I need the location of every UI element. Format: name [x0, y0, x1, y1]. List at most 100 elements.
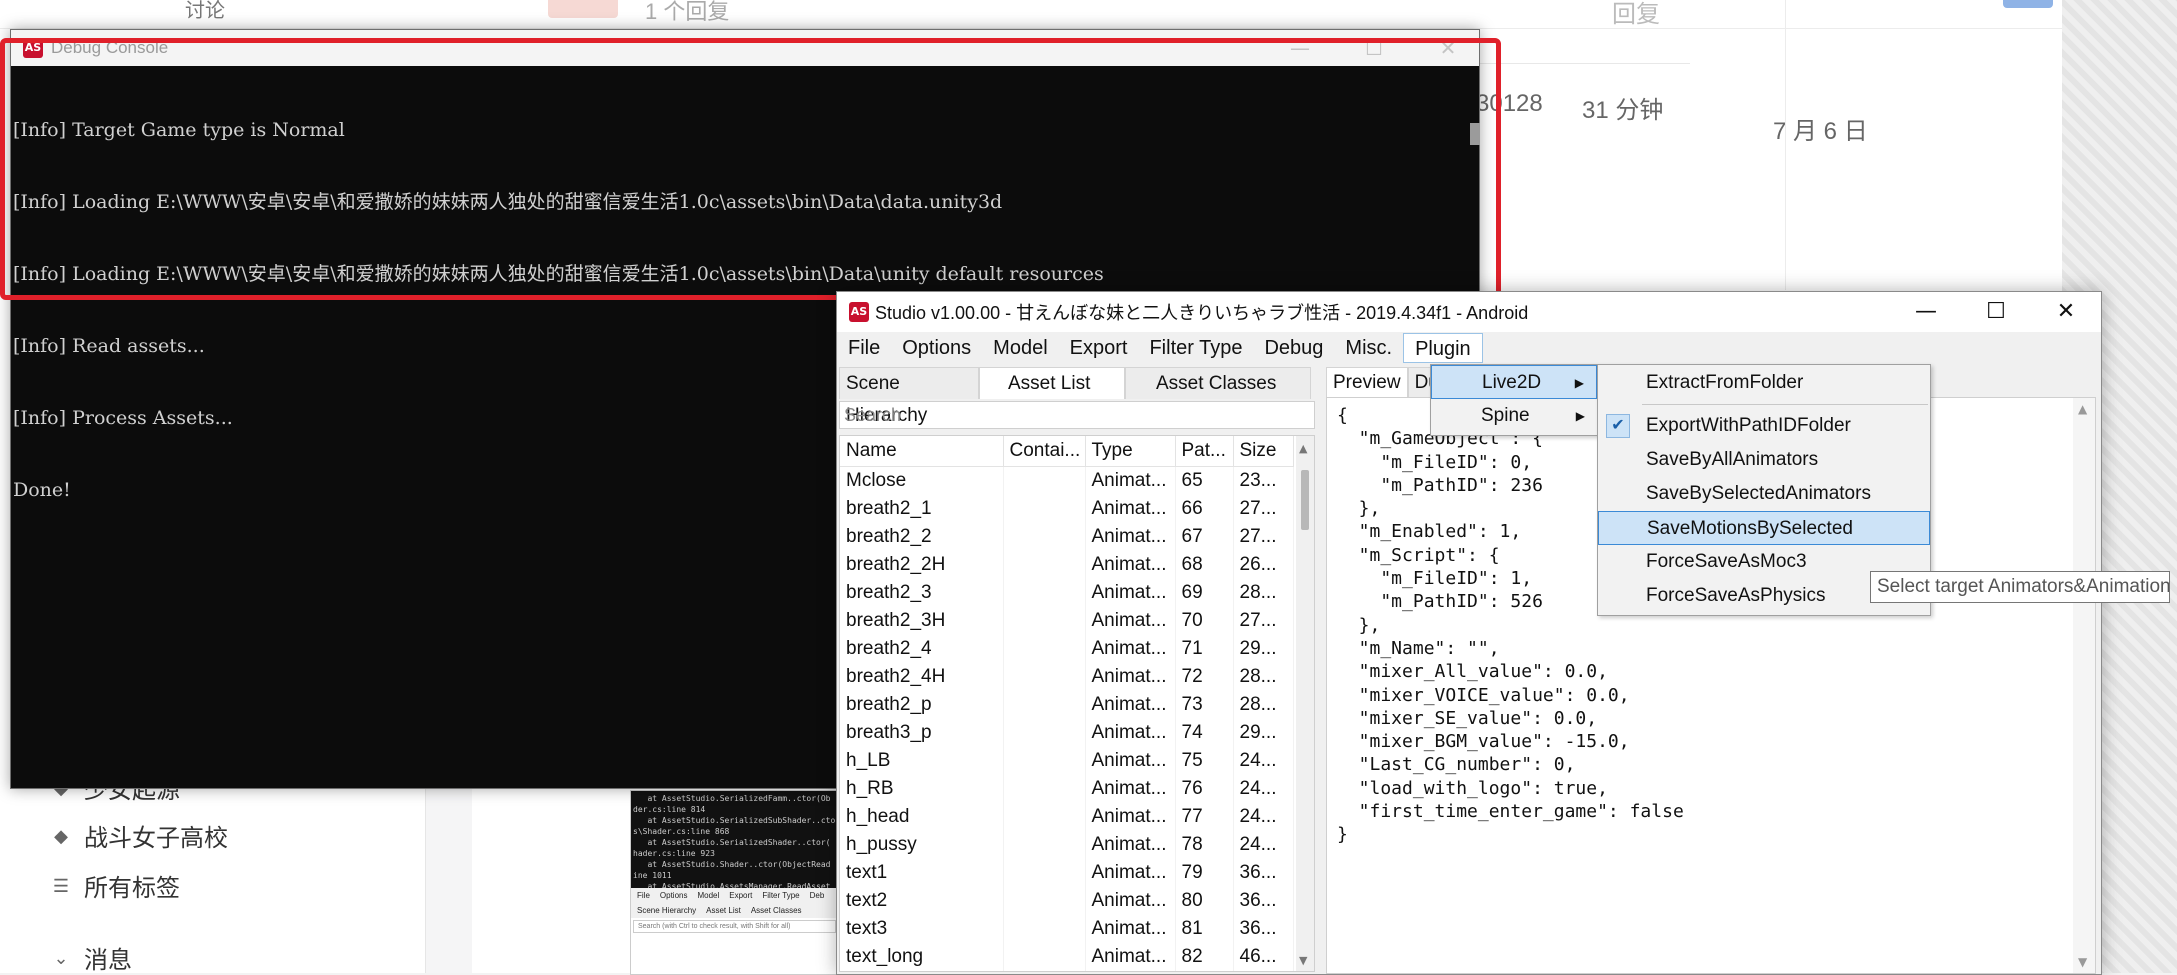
- debug-titlebar[interactable]: AS Debug Console — ☐ ✕: [11, 30, 1479, 66]
- table-row[interactable]: h_LB Animat... 75 24...: [840, 747, 1294, 775]
- menu-model[interactable]: Model: [982, 333, 1058, 363]
- cell-type: Animat...: [1085, 466, 1176, 495]
- cell-path: 78: [1175, 831, 1234, 859]
- mini-menu-item: Model: [697, 891, 720, 900]
- scroll-down-icon[interactable]: ▼: [1299, 954, 1307, 967]
- app-icon: AS: [23, 38, 43, 58]
- column-header-size[interactable]: Size: [1233, 436, 1294, 467]
- cell-name: breath2_3: [840, 579, 1004, 607]
- studio-titlebar[interactable]: AS Studio v1.00.00 - 甘えんぼな妹と二人きりいちゃラブ性活 …: [837, 292, 2101, 332]
- cell-type: Animat...: [1085, 579, 1176, 607]
- table-row[interactable]: breath2_3H Animat... 70 27...: [840, 607, 1294, 635]
- cell-size: 27...: [1233, 607, 1294, 635]
- reply-link[interactable]: 回复: [1612, 0, 1660, 29]
- sidebar-item-battle-school[interactable]: ◆ 战斗女子高校: [52, 818, 228, 853]
- column-header-pathid[interactable]: Pat...: [1175, 436, 1234, 467]
- menu-export[interactable]: Export: [1059, 333, 1139, 363]
- menu-item-label: ForceSaveAsMoc3: [1646, 551, 1807, 572]
- table-row[interactable]: breath3_p Animat... 74 29...: [840, 719, 1294, 747]
- sidebar-section-messages[interactable]: ⌄ 消息: [52, 940, 132, 975]
- menu-debug[interactable]: Debug: [1253, 333, 1334, 363]
- menu-item-label: SaveMotionsBySelected: [1647, 518, 1853, 539]
- table-row[interactable]: h_RB Animat... 76 24...: [840, 775, 1294, 803]
- mini-terminal-line: hader.cs:line 923: [633, 849, 715, 858]
- table-row[interactable]: breath2_3 Animat... 69 28...: [840, 579, 1294, 607]
- cell-container: [1003, 495, 1086, 523]
- menu-item-live2d[interactable]: Live2D ▶: [1431, 365, 1597, 399]
- cell-type: Animat...: [1085, 915, 1176, 943]
- cell-name: breath2_4H: [840, 663, 1004, 691]
- table-row[interactable]: breath2_4H Animat... 72 28...: [840, 663, 1294, 691]
- menu-misc[interactable]: Misc.: [1334, 333, 1403, 363]
- menu-filter-type[interactable]: Filter Type: [1138, 333, 1253, 363]
- menu-file[interactable]: File: [837, 333, 891, 363]
- scroll-up-icon[interactable]: ▲: [2078, 402, 2087, 416]
- list-scrollbar[interactable]: ▲ ▼: [1296, 436, 1314, 971]
- scroll-down-icon[interactable]: ▼: [2078, 955, 2087, 969]
- table-row[interactable]: text1 Animat... 79 36...: [840, 859, 1294, 887]
- scroll-up-icon[interactable]: ▲: [1299, 442, 1307, 455]
- preview-scrollbar[interactable]: ▲ ▼: [2073, 398, 2095, 973]
- menu-item-save-by-all-animators[interactable]: SaveByAllAnimators: [1598, 443, 1930, 477]
- table-row[interactable]: breath2_2H Animat... 68 26...: [840, 551, 1294, 579]
- table-row[interactable]: h_head Animat... 77 24...: [840, 803, 1294, 831]
- cell-type: Animat...: [1085, 887, 1176, 915]
- maximize-icon[interactable]: ☐: [1961, 292, 2031, 332]
- cell-size: 23...: [1233, 466, 1294, 495]
- cell-name: text_long: [840, 943, 1004, 971]
- reply-button-bg[interactable]: [548, 0, 618, 18]
- menu-item-save-motions-by-selected[interactable]: SaveMotionsBySelected: [1598, 511, 1930, 545]
- table-row[interactable]: text_long Animat... 82 46...: [840, 943, 1294, 971]
- cell-container: [1003, 523, 1086, 551]
- maximize-icon[interactable]: ☐: [1345, 30, 1403, 66]
- console-line: [Info] Target Game type is Normal: [13, 119, 345, 141]
- mini-terminal-line: at AssetStudio.AssetsManager.ReadAsset: [633, 882, 831, 888]
- close-icon[interactable]: ✕: [1419, 30, 1477, 66]
- menu-item-label: Spine: [1481, 405, 1530, 426]
- cell-path: 72: [1175, 663, 1234, 691]
- minimize-icon[interactable]: —: [1891, 292, 1961, 332]
- cell-name: text3: [840, 915, 1004, 943]
- close-icon[interactable]: ✕: [2031, 292, 2101, 332]
- cell-path: 81: [1175, 915, 1234, 943]
- table-row[interactable]: text2 Animat... 80 36...: [840, 887, 1294, 915]
- tab-asset-list[interactable]: Asset List: [979, 367, 1125, 399]
- mini-tab: Scene Hierarchy: [637, 906, 697, 915]
- cell-container: [1003, 887, 1086, 915]
- table-row[interactable]: h_pussy Animat... 78 24...: [840, 831, 1294, 859]
- console-scrollbar[interactable]: [1470, 123, 1480, 145]
- menu-options[interactable]: Options: [891, 333, 982, 363]
- column-header-type[interactable]: Type: [1085, 436, 1176, 467]
- table-row[interactable]: breath2_1 Animat... 66 27...: [840, 495, 1294, 523]
- mini-terminal-line: ine 1011: [633, 871, 672, 880]
- column-header-container[interactable]: Contai...: [1003, 436, 1086, 467]
- menu-item-export-with-pathid-folder[interactable]: ✔ ExportWithPathIDFolder: [1598, 409, 1930, 443]
- tab-preview[interactable]: Preview: [1326, 367, 1408, 397]
- table-row[interactable]: text3 Animat... 81 36...: [840, 915, 1294, 943]
- reply-count[interactable]: 1 个回复: [645, 0, 729, 26]
- tab-asset-classes[interactable]: Asset Classes: [1125, 367, 1311, 399]
- user-button[interactable]: [2003, 0, 2053, 8]
- tab-scene-hierarchy[interactable]: Scene Hierarchy: [839, 367, 979, 426]
- menu-item-spine[interactable]: Spine ▶: [1431, 399, 1597, 433]
- discuss-link[interactable]: 讨论: [185, 0, 225, 23]
- table-row[interactable]: Mclose Animat... 65 23...: [840, 466, 1294, 495]
- minimize-icon[interactable]: —: [1271, 30, 1329, 66]
- menu-item-label: SaveByAllAnimators: [1646, 449, 1819, 470]
- cell-type: Animat...: [1085, 747, 1176, 775]
- console-line: [Info] Loading E:\WWW\安卓\安卓\和爱撒娇的妹妹两人独处的…: [13, 263, 1104, 285]
- cell-name: h_RB: [840, 775, 1004, 803]
- table-row[interactable]: breath2_2 Animat... 67 27...: [840, 523, 1294, 551]
- menu-plugin[interactable]: Plugin: [1403, 333, 1483, 363]
- table-row[interactable]: breath2_4 Animat... 71 29...: [840, 635, 1294, 663]
- cell-path: 70: [1175, 607, 1234, 635]
- menu-item-save-by-selected-animators[interactable]: SaveBySelectedAnimators: [1598, 477, 1930, 511]
- cell-container: [1003, 915, 1086, 943]
- cell-container: [1003, 551, 1086, 579]
- cell-name: breath2_p: [840, 691, 1004, 719]
- column-header-name[interactable]: Name: [840, 436, 1004, 467]
- menu-item-extract-from-folder[interactable]: ExtractFromFolder: [1598, 366, 1930, 400]
- sidebar-item-all-tags[interactable]: ☰ 所有标签: [52, 868, 180, 903]
- scrollbar-thumb[interactable]: [1301, 470, 1309, 530]
- table-row[interactable]: breath2_p Animat... 73 28...: [840, 691, 1294, 719]
